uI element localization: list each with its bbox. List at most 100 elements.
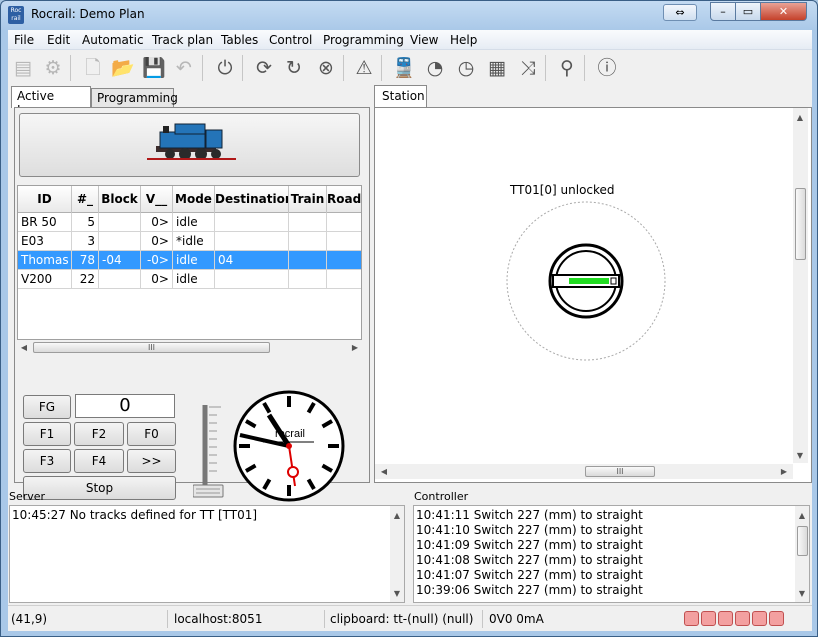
f2-button[interactable]: F2 — [74, 422, 124, 446]
expand-button[interactable]: ⇔ — [663, 4, 697, 21]
scroll-up-icon[interactable]: ▲ — [793, 110, 807, 125]
menu-track-plan[interactable]: Track plan — [152, 33, 213, 47]
controller-log-line: 10:41:10 Switch 227 (mm) to straight — [416, 523, 643, 537]
col-velocity[interactable]: V__ — [141, 186, 173, 213]
status-bar: (41,9) localhost:8051 clipboard: tt-(nul… — [8, 605, 812, 631]
server-vscrollbar[interactable]: ▲ ▼ — [390, 506, 404, 602]
stop-button[interactable]: Stop — [23, 476, 176, 500]
scroll-left-icon[interactable]: ◀ — [377, 464, 391, 479]
scroll-up-icon[interactable]: ▲ — [795, 508, 809, 523]
scroll-down-icon[interactable]: ▼ — [793, 448, 807, 463]
maximize-icon: ▭ — [742, 5, 754, 18]
menu-help[interactable]: Help — [450, 33, 477, 47]
menu-programming[interactable]: Programming — [323, 33, 404, 47]
cell-velocity: -0> — [141, 251, 173, 270]
scroll-thumb[interactable] — [795, 188, 806, 260]
scroll-thumb[interactable] — [797, 526, 808, 556]
cell-id: Thomas — [18, 251, 72, 270]
cell-address: 3 — [72, 232, 99, 251]
scroll-thumb[interactable]: III — [585, 466, 655, 477]
menu-view[interactable]: View — [410, 33, 438, 47]
scroll-left-icon[interactable]: ◀ — [17, 340, 31, 355]
col-destination[interactable]: Destination — [215, 186, 289, 213]
station-vscrollbar[interactable]: ▲ ▼ — [793, 108, 808, 463]
controller-log-line: 10:41:07 Switch 227 (mm) to straight — [416, 568, 643, 582]
loco-image-button[interactable] — [19, 113, 360, 177]
speed-slider[interactable] — [192, 401, 233, 499]
table-row[interactable]: BR 50 5 0> idle — [18, 213, 361, 232]
controller-vscrollbar[interactable]: ▲ ▼ — [795, 506, 809, 602]
f1-button[interactable]: F1 — [23, 422, 71, 446]
turntable-icon — [506, 201, 666, 361]
table-row-selected[interactable]: Thomas 78 -04 -0> idle 04 — [18, 251, 361, 270]
train-icon[interactable]: 🚆 — [391, 55, 417, 81]
zoom-icon[interactable]: ⚲ — [554, 55, 580, 81]
tab-programming[interactable]: Programming — [91, 88, 178, 107]
f4-button[interactable]: F4 — [74, 449, 124, 473]
scroll-up-icon[interactable]: ▲ — [390, 508, 404, 523]
col-train[interactable]: Train — [289, 186, 327, 213]
scroll-thumb[interactable]: III — [33, 342, 270, 353]
locomotive-icon — [147, 123, 236, 160]
warning-icon[interactable]: ⚠ — [351, 55, 377, 81]
shuffle-icon[interactable]: ⤨ — [515, 55, 541, 81]
close-button[interactable]: ✕ — [760, 2, 807, 21]
cancel-icon[interactable]: ⊗ — [313, 55, 339, 81]
new-file-icon[interactable]: 🗋 — [80, 55, 106, 81]
col-id[interactable]: ID — [18, 186, 72, 213]
save-icon[interactable]: 💾 — [141, 55, 167, 81]
title-bar[interactable]: Roc rail Rocrail: Demo Plan ⇔ – ▭ ✕ — [1, 1, 817, 30]
scroll-down-icon[interactable]: ▼ — [390, 586, 404, 601]
menu-tables[interactable]: Tables — [221, 33, 258, 47]
col-mode[interactable]: Mode — [173, 186, 215, 213]
tab-active-locos[interactable]: Active Locos — [11, 86, 91, 117]
locos-table: ID #_ Block V__ Mode Destination Train R… — [17, 185, 362, 340]
f3-button[interactable]: F3 — [23, 449, 71, 473]
table-row[interactable]: E03 3 0> *idle — [18, 232, 361, 251]
scroll-down-icon[interactable]: ▼ — [795, 586, 809, 601]
controller-log-line: 10:41:09 Switch 227 (mm) to straight — [416, 538, 643, 552]
undo-icon[interactable]: ↶ — [171, 55, 197, 81]
status-coords: (41,9) — [8, 610, 168, 628]
menu-file[interactable]: File — [14, 33, 34, 47]
station-panel: TT01[0] unlocked ▲ ▼ ◀ III ▶ — [374, 107, 812, 483]
col-address[interactable]: #_ — [72, 186, 99, 213]
menu-control[interactable]: Control — [269, 33, 312, 47]
menu-edit[interactable]: Edit — [47, 33, 70, 47]
reset-icon[interactable]: ↻ — [281, 55, 307, 81]
speedometer-icon[interactable]: ◷ — [453, 55, 479, 81]
cell-address: 22 — [72, 270, 99, 289]
grid-icon[interactable]: ▦ — [484, 55, 510, 81]
scroll-right-icon[interactable]: ▶ — [348, 340, 362, 355]
more-functions-button[interactable]: >> — [127, 449, 176, 473]
minimize-button[interactable]: – — [710, 2, 736, 21]
server-log[interactable]: 10:45:27 No tracks defined for TT [TT01]… — [9, 505, 405, 603]
station-hscrollbar[interactable]: ◀ III ▶ — [375, 464, 793, 479]
server-label: Server — [9, 490, 46, 503]
col-roadname[interactable]: Roadn — [327, 186, 361, 213]
window-title: Rocrail: Demo Plan — [31, 7, 145, 21]
table-row[interactable]: V200 22 0> idle — [18, 270, 361, 289]
fg-button[interactable]: FG — [23, 395, 71, 419]
info-icon[interactable]: ⓘ — [594, 55, 620, 81]
cell-velocity: 0> — [141, 270, 173, 289]
controller-log[interactable]: 10:41:11 Switch 227 (mm) to straight 10:… — [413, 505, 810, 603]
cell-velocity: 0> — [141, 213, 173, 232]
turntable[interactable] — [505, 200, 667, 362]
col-block[interactable]: Block — [99, 186, 141, 213]
maximize-button[interactable]: ▭ — [735, 2, 761, 21]
f0-button[interactable]: F0 — [127, 422, 176, 446]
station-clock: rocrail — [233, 390, 345, 502]
server-icon[interactable]: ▤ — [10, 55, 36, 81]
refresh-icon[interactable]: ⟳ — [251, 55, 277, 81]
power-icon[interactable]: ⏻ — [212, 55, 238, 81]
menu-automatic[interactable]: Automatic — [82, 33, 144, 47]
scroll-right-icon[interactable]: ▶ — [777, 464, 791, 479]
settings-icon[interactable]: ⚙ — [40, 55, 66, 81]
locos-hscrollbar[interactable]: ◀ III ▶ — [17, 340, 362, 355]
slider-track-icon — [192, 405, 224, 498]
cell-id: BR 50 — [18, 213, 72, 232]
open-folder-icon[interactable]: 📂 — [110, 55, 136, 81]
throttle-icon[interactable]: ◔ — [422, 55, 448, 81]
tab-station[interactable]: Station — [374, 85, 427, 108]
